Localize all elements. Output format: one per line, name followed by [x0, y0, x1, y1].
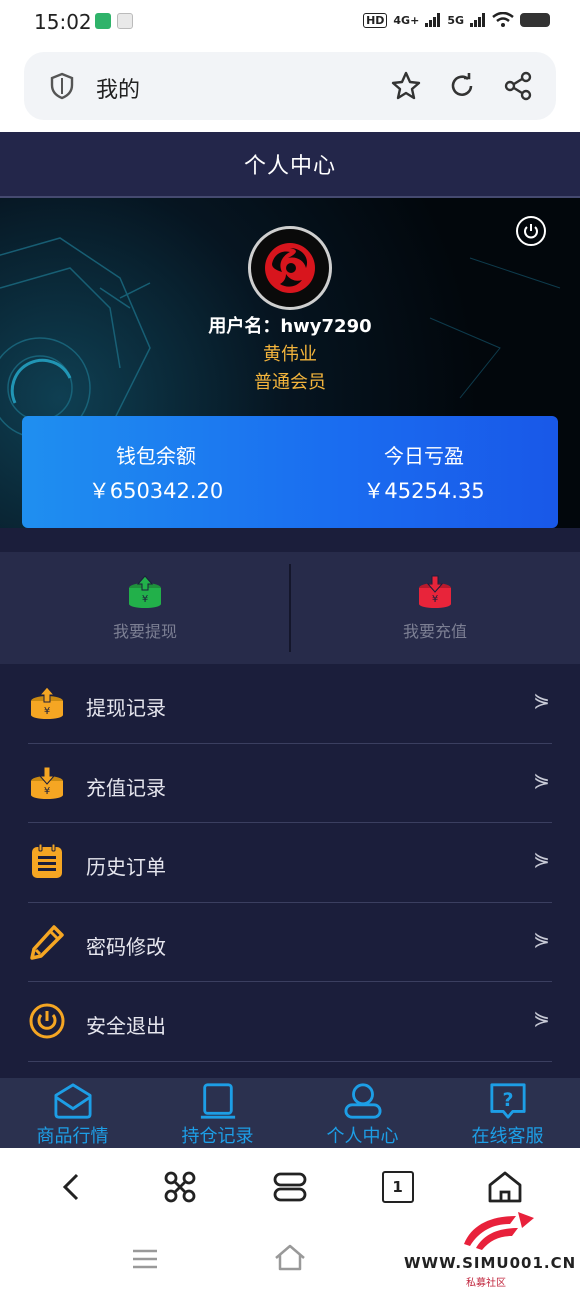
market-icon: [53, 1083, 92, 1119]
signal-5g-label: 5G: [447, 13, 464, 27]
home-icon[interactable]: [487, 1170, 523, 1204]
username-row: 用户名：hwy7290: [0, 312, 580, 338]
menu-label: 历史订单: [86, 855, 166, 879]
avatar-logo-icon: [265, 243, 315, 293]
menu-list: ¥ 提现记录 ⋟ ¥ 充值记录 ⋟ 历史订单 ⋟ 密码修改 ⋟ 安全退出 ⋟: [0, 664, 580, 1062]
menu-item-change-password[interactable]: 密码修改 ⋟: [28, 903, 552, 982]
power-icon: [29, 1003, 65, 1039]
svg-text:?: ?: [502, 1089, 513, 1111]
withdraw-icon: ¥: [129, 575, 161, 608]
status-indicators: HD 4G+ 5G: [363, 12, 550, 28]
app-notification-icon: [117, 13, 133, 29]
tabs-count-button[interactable]: 1: [381, 1171, 414, 1203]
menu-item-deposit-record[interactable]: ¥ 充值记录 ⋟: [28, 744, 552, 823]
deposit-icon: ¥: [419, 575, 451, 608]
watermark-site: WWW.SIMU001.CN: [404, 1254, 577, 1272]
logout-power-button[interactable]: [516, 216, 546, 246]
signal-bars-icon: [470, 13, 485, 27]
tab-support[interactable]: ? 在线客服: [435, 1078, 580, 1148]
username-value: hwy7290: [280, 316, 372, 337]
support-icon: ?: [489, 1083, 526, 1119]
watermark: WWW.SIMU001.CN 私募社区: [404, 1208, 580, 1293]
address-bar[interactable]: 我的: [24, 52, 556, 120]
address-actions: [390, 70, 534, 102]
profile-icon: [343, 1083, 382, 1119]
star-icon[interactable]: [390, 70, 422, 102]
back-icon[interactable]: [57, 1171, 89, 1203]
member-level: 普通会员: [254, 372, 326, 393]
username-label: 用户名：: [208, 316, 281, 337]
withdraw-record-icon: ¥: [31, 686, 63, 719]
signal-bars-icon: [425, 13, 441, 27]
menu-label: 密码修改: [86, 934, 166, 959]
wallet-balance-value: ￥650342.20: [88, 479, 224, 503]
status-time: 15:02: [34, 10, 92, 34]
app-page: 个人中心 用户名：hwy7290 黄伟业 普通会员 钱包余额 ￥650342.2…: [0, 132, 580, 1148]
svg-text:¥: ¥: [44, 786, 50, 797]
menu-item-withdraw-record[interactable]: ¥ 提现记录 ⋟: [28, 664, 552, 744]
menu-item-order-history[interactable]: 历史订单 ⋟: [28, 823, 552, 903]
power-icon: [524, 224, 538, 239]
deposit-label: 我要充值: [402, 622, 467, 641]
apps-icon[interactable]: [162, 1169, 198, 1205]
wallet-balance-label: 钱包余额: [116, 444, 196, 468]
today-pnl: 今日亏盈 ￥45254.35: [290, 440, 558, 505]
page-title: 个人中心: [243, 154, 336, 179]
real-name: 黄伟业: [263, 344, 317, 365]
chevron-right-icon: ⋟: [533, 688, 550, 712]
tab-label: 在线客服: [471, 1126, 544, 1147]
refresh-icon[interactable]: [446, 70, 478, 102]
signal-4g-label: 4G+: [393, 13, 420, 27]
profile-hero: 用户名：hwy7290 黄伟业 普通会员 钱包余额 ￥650342.20 今日亏…: [0, 198, 580, 528]
chevron-right-icon: ⋟: [533, 767, 550, 792]
tab-market[interactable]: 商品行情: [0, 1078, 145, 1148]
holdings-icon: [200, 1083, 235, 1119]
menu-label: 提现记录: [86, 696, 166, 720]
tab-profile[interactable]: 个人中心: [290, 1078, 435, 1148]
wifi-icon: [492, 12, 514, 27]
watermark-logo-icon: [464, 1212, 534, 1250]
withdraw-label: 我要提现: [112, 622, 177, 641]
tab-label: 持仓记录: [181, 1126, 254, 1147]
withdraw-button[interactable]: ¥ 我要提现: [0, 552, 290, 664]
shield-icon[interactable]: [50, 72, 74, 100]
balance-card: 钱包余额 ￥650342.20 今日亏盈 ￥45254.35: [22, 416, 558, 528]
address-text[interactable]: 我的: [96, 72, 140, 104]
app-header: 个人中心: [0, 132, 580, 198]
deposit-record-icon: ¥: [31, 766, 63, 799]
status-bar: 15:02 HD 4G+ 5G: [0, 0, 580, 46]
chevron-right-icon: ⋟: [533, 1006, 550, 1030]
tab-label: 个人中心: [326, 1126, 399, 1147]
bottom-tab-bar: 商品行情 持仓记录 个人中心 ? 在线客服: [0, 1078, 580, 1148]
tab-holdings[interactable]: 持仓记录: [145, 1078, 290, 1148]
menu-label: 充值记录: [86, 775, 166, 800]
tab-label: 商品行情: [36, 1126, 109, 1147]
order-history-icon: [32, 843, 62, 878]
hd-label: HD: [363, 12, 388, 28]
chevron-right-icon: ⋟: [533, 926, 550, 951]
battery-icon: [520, 13, 550, 27]
recent-apps-icon[interactable]: [132, 1248, 158, 1270]
system-home-icon[interactable]: [274, 1244, 306, 1272]
deposit-button[interactable]: ¥ 我要充值: [290, 552, 580, 664]
pencil-icon: [30, 924, 64, 960]
chevron-right-icon: ⋟: [533, 847, 550, 871]
menu-icon[interactable]: [272, 1171, 308, 1203]
menu-label: 安全退出: [86, 1014, 166, 1038]
today-pnl-value: ￥45254.35: [363, 479, 485, 503]
svg-text:¥: ¥: [142, 594, 148, 605]
svg-text:¥: ¥: [44, 706, 50, 717]
quick-actions: ¥ 我要提现 ¥ 我要充值: [0, 552, 580, 664]
today-pnl-label: 今日亏盈: [384, 444, 464, 468]
menu-item-logout[interactable]: 安全退出 ⋟: [28, 982, 552, 1062]
avatar[interactable]: [248, 226, 332, 310]
share-icon[interactable]: [502, 70, 534, 102]
app-notification-icon: [95, 13, 111, 29]
status-notification-icons: [95, 13, 133, 29]
watermark-sub: 私募社区: [466, 1278, 506, 1289]
svg-text:¥: ¥: [432, 594, 438, 605]
wallet-balance: 钱包余额 ￥650342.20: [22, 440, 290, 505]
tabs-count: 1: [392, 1178, 403, 1196]
